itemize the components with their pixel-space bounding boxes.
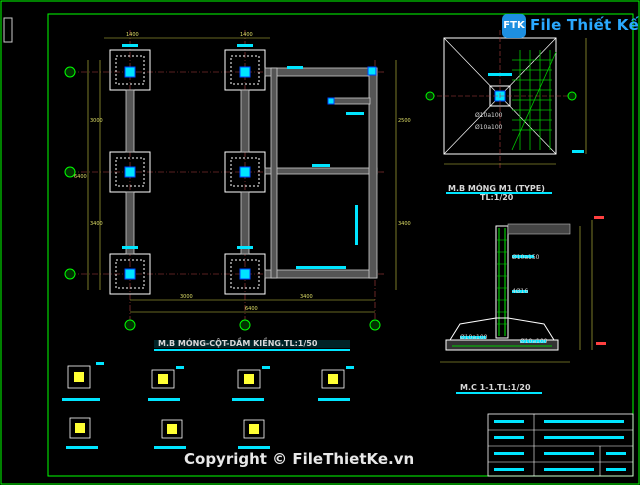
rebar-label-6: Ø10a100: [520, 338, 548, 345]
svg-text:3400: 3400: [300, 294, 313, 300]
title-block: [487, 413, 634, 477]
cad-drawing-canvas[interactable]: 1400 1400 3000 3400 6400 3000 3400 2500 3400…: [0, 0, 640, 485]
svg-text:3000: 3000: [180, 294, 193, 300]
svg-text:3400: 3400: [398, 221, 411, 227]
svg-text:6400: 6400: [245, 306, 258, 312]
section-title-underline: [456, 392, 542, 394]
sheet-tab-marker: [3, 17, 13, 43]
small-section-details: [62, 362, 354, 449]
copyright-watermark: Copyright © FileThietKe.vn: [184, 450, 415, 468]
svg-text:3400: 3400: [90, 221, 103, 227]
rebar-label-5: Ø10a100: [460, 334, 488, 341]
svg-text:2500: 2500: [398, 118, 411, 124]
filethietke-logo-icon: FTK: [502, 14, 526, 38]
svg-text:6400: 6400: [74, 174, 87, 180]
rebar-label-3: Ø10a150: [512, 254, 540, 261]
filethietke-logo-text: File Thiết Kế.vn: [530, 16, 640, 34]
footing-detail-plan: [425, 30, 587, 168]
plan-title-underline: [154, 349, 350, 351]
inner-frame: [47, 13, 634, 477]
svg-text:1400: 1400: [240, 32, 253, 38]
foundation-plan: 1400 1400 3000 3400 6400 3000 3400 2500 3400…: [64, 30, 411, 331]
svg-text:3000: 3000: [90, 118, 103, 124]
footing-plan-title-underline: [446, 192, 552, 194]
footing-plan-scale: TL:1/20: [480, 193, 514, 202]
plan-title: M.B MÓNG-CỘT-DẦM KIỀNG.TL:1/50: [158, 339, 318, 348]
svg-text:1400: 1400: [126, 32, 139, 38]
rebar-label-2: Ø10a100: [475, 124, 503, 131]
rebar-label-4: 4Ø16: [512, 288, 529, 295]
rebar-label-1: Ø10a100: [475, 112, 503, 119]
section-title: M.C 1-1.TL:1/20: [460, 383, 531, 392]
